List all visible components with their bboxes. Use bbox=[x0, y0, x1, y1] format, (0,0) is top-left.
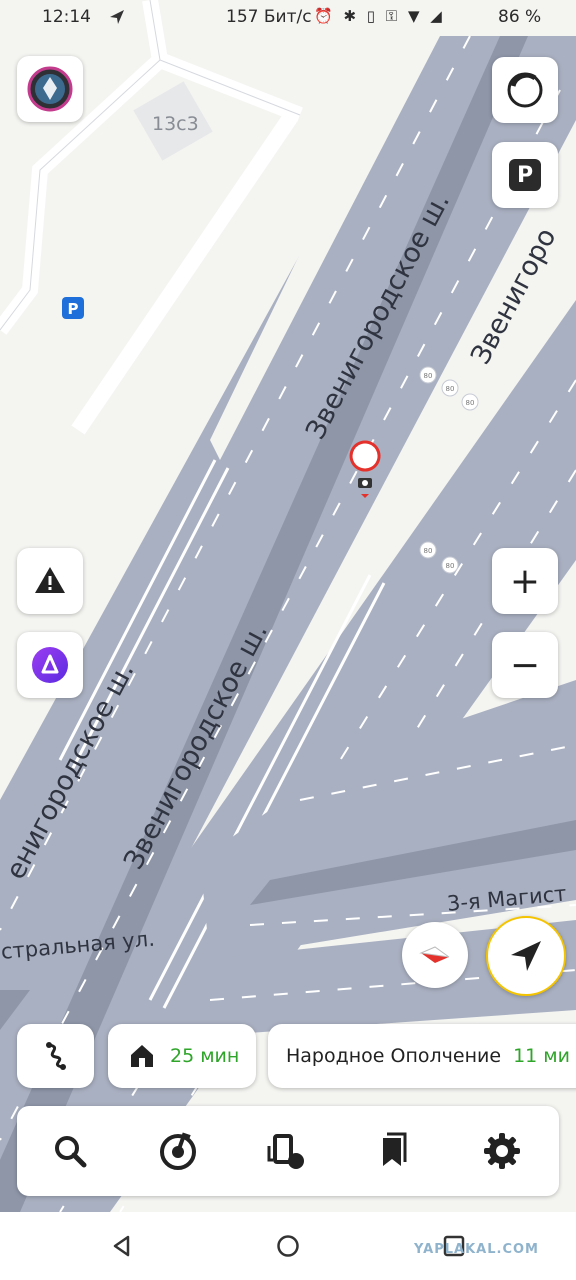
my-location-button[interactable] bbox=[486, 916, 566, 996]
compass-icon bbox=[419, 946, 450, 963]
bookmark-icon bbox=[383, 1132, 407, 1166]
profile-button[interactable] bbox=[17, 56, 83, 122]
status-time: 12:14 bbox=[42, 7, 91, 27]
zoom-out-button[interactable]: − bbox=[492, 632, 558, 698]
compass-button[interactable] bbox=[402, 922, 468, 988]
destination-route-chip[interactable]: Народное Ополчение 11 ми bbox=[268, 1024, 576, 1088]
network-speed: 157 Бит/с bbox=[226, 7, 312, 27]
home-route-time: 25 мин bbox=[170, 1045, 240, 1067]
svg-text:80: 80 bbox=[424, 547, 433, 555]
svg-text:P: P bbox=[68, 300, 79, 318]
alice-button[interactable] bbox=[17, 632, 83, 698]
destination-time: 11 ми bbox=[513, 1045, 570, 1067]
bookmarks-button[interactable] bbox=[371, 1128, 417, 1174]
home-route-chip[interactable]: 25 мин bbox=[108, 1024, 256, 1088]
layers-icon bbox=[507, 72, 543, 108]
fuel-icon bbox=[267, 1134, 304, 1169]
avatar-icon bbox=[27, 66, 73, 112]
back-icon[interactable] bbox=[110, 1234, 134, 1258]
gas-stations-button[interactable] bbox=[263, 1128, 309, 1174]
status-icons: ⏰ ✱ ▯ ⚿ ▼ ◢ bbox=[314, 7, 445, 25]
parking-icon: P bbox=[509, 159, 541, 191]
svg-text:80: 80 bbox=[446, 385, 455, 393]
battery-level: 86 % bbox=[498, 7, 542, 27]
svg-text:80: 80 bbox=[446, 562, 455, 570]
bottom-toolbar bbox=[17, 1106, 559, 1196]
alice-icon bbox=[32, 647, 68, 683]
location-arrow-icon bbox=[511, 941, 541, 971]
map-canvas[interactable]: 80 80 80 80 80 P bbox=[0, 0, 576, 1280]
building-label: 13с3 bbox=[152, 113, 199, 135]
svg-text:80: 80 bbox=[424, 372, 433, 380]
gear-icon bbox=[484, 1133, 520, 1169]
home-icon bbox=[131, 1045, 153, 1067]
report-event-button[interactable] bbox=[17, 548, 83, 614]
zoom-out-label: − bbox=[509, 644, 541, 686]
home-nav-icon[interactable] bbox=[276, 1234, 300, 1258]
search-button[interactable] bbox=[47, 1128, 93, 1174]
parking-label: P bbox=[516, 162, 534, 188]
search-icon bbox=[55, 1136, 87, 1168]
status-bar: 12:14 157 Бит/с ⏰ ✱ ▯ ⚿ ▼ ◢ 86 % bbox=[0, 0, 576, 36]
navigation-arrow-icon bbox=[110, 10, 124, 24]
route-icon bbox=[45, 1042, 66, 1070]
zoom-in-label: + bbox=[509, 560, 541, 602]
watermark: YAPLAKAL.COM bbox=[414, 1242, 539, 1257]
destination-name: Народное Ополчение bbox=[286, 1045, 502, 1067]
settings-button[interactable] bbox=[479, 1128, 525, 1174]
warning-icon bbox=[35, 567, 65, 593]
layers-button[interactable] bbox=[492, 57, 558, 123]
music-button[interactable] bbox=[155, 1128, 201, 1174]
route-options-button[interactable] bbox=[17, 1024, 94, 1088]
parking-button[interactable]: P bbox=[492, 142, 558, 208]
music-icon bbox=[160, 1132, 196, 1170]
zoom-in-button[interactable]: + bbox=[492, 548, 558, 614]
svg-text:80: 80 bbox=[466, 399, 475, 407]
